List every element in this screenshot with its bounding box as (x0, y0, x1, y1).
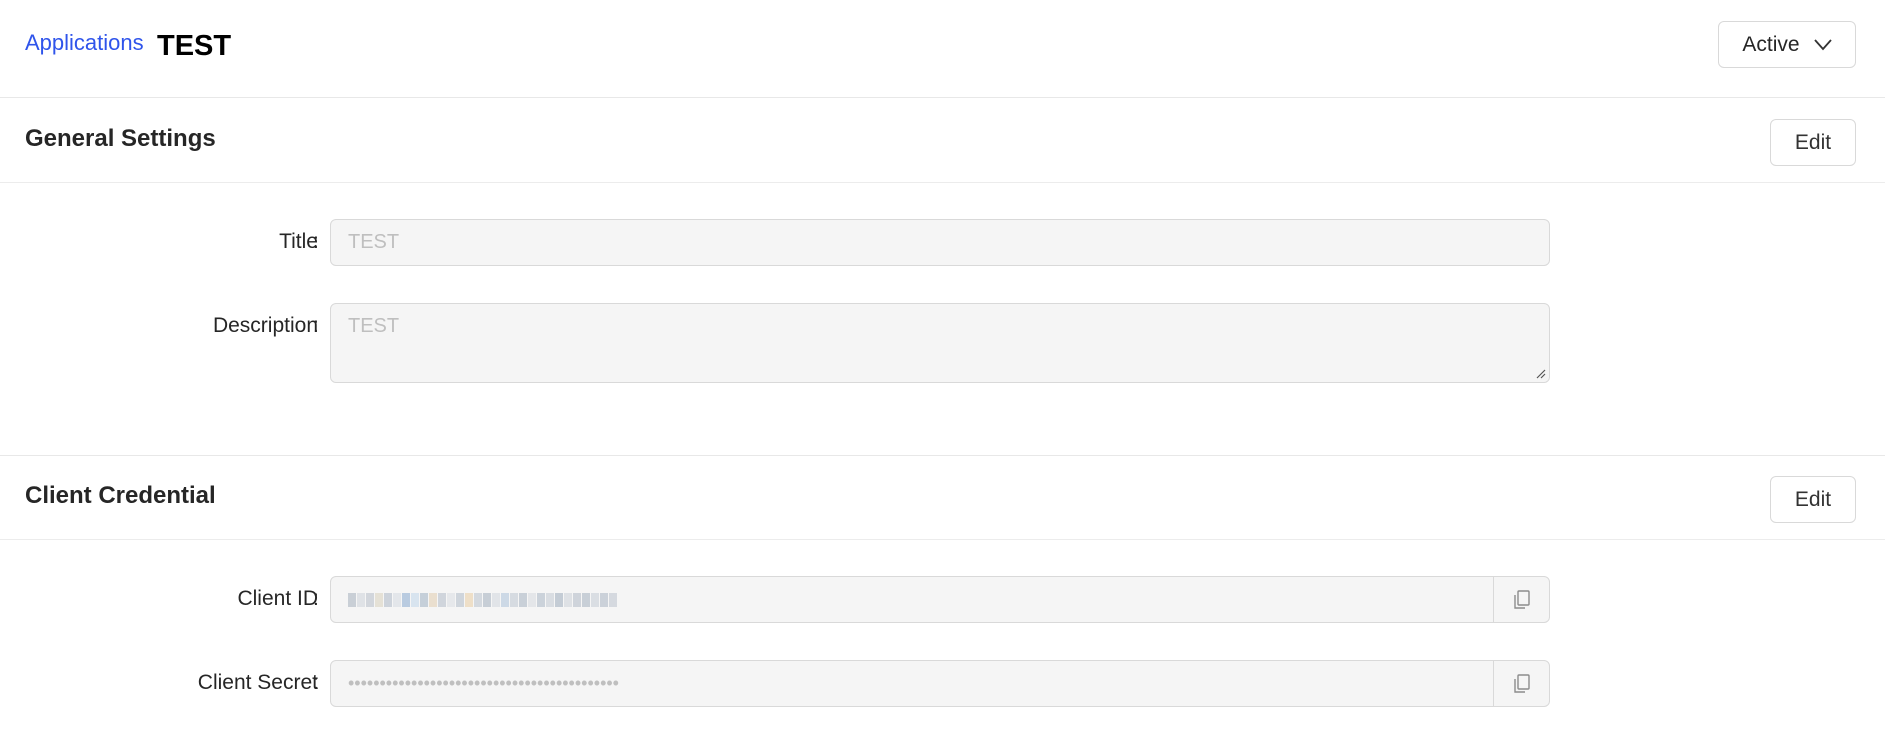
title-colon: : (313, 230, 319, 253)
client-secret-colon: : (313, 671, 319, 694)
copy-client-id-button[interactable] (1493, 577, 1549, 622)
client-id-field[interactable] (330, 576, 1550, 623)
general-settings-edit-button[interactable]: Edit (1770, 119, 1856, 166)
client-credential-title: Client Credential (25, 482, 216, 509)
client-secret-label: Client Secret (197, 671, 318, 694)
copy-client-secret-button[interactable] (1493, 661, 1549, 706)
copy-icon (1513, 673, 1530, 693)
page-header: Applications TEST Active (0, 0, 1885, 98)
client-id-colon: : (313, 587, 319, 610)
breadcrumb-applications-link[interactable]: Applications (25, 30, 144, 56)
client-secret-field[interactable]: ••••••••••••••••••••••••••••••••••••••••… (330, 660, 1550, 707)
resize-handle-icon[interactable] (1534, 367, 1546, 379)
description-value: TEST (348, 315, 400, 337)
description-label: Description (212, 314, 318, 337)
general-settings-header: General Settings Edit (0, 99, 1885, 183)
copy-icon (1513, 589, 1530, 609)
general-settings-title: General Settings (25, 125, 216, 152)
client-secret-masked-value: ••••••••••••••••••••••••••••••••••••••••… (348, 673, 619, 693)
description-colon: : (313, 314, 319, 337)
client-credential-edit-button[interactable]: Edit (1770, 476, 1856, 523)
page-title: TEST (157, 30, 232, 62)
client-credential-header: Client Credential Edit (0, 456, 1885, 540)
title-field[interactable]: TEST (330, 219, 1550, 266)
description-field[interactable]: TEST (330, 303, 1550, 383)
status-dropdown[interactable]: Active (1718, 21, 1856, 68)
chevron-down-icon (1813, 38, 1832, 50)
status-value: Active (1742, 32, 1800, 56)
client-id-label: Client ID (237, 587, 318, 610)
client-id-redacted-value (348, 577, 618, 622)
